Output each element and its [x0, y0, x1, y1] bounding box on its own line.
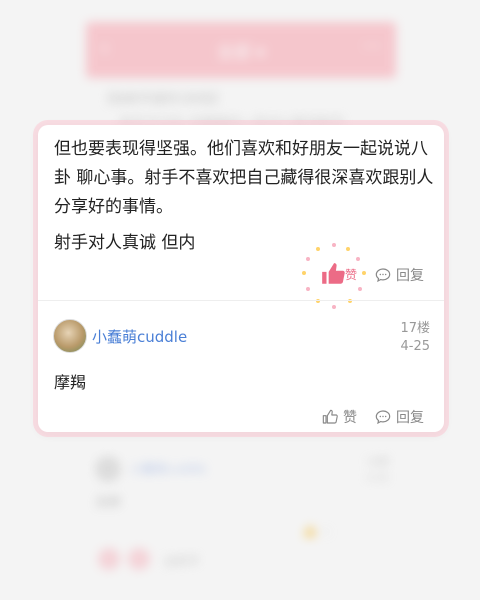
like-label: 赞: [343, 410, 357, 426]
comment-icon: [375, 268, 391, 283]
reply-button[interactable]: 回复: [375, 265, 424, 285]
thumbs-up-icon: [322, 409, 338, 424]
post-body-text: 但也要表现得坚强。他们喜欢和好朋友一起说说八卦 聊心事。射手不喜欢把自己藏得很深…: [54, 139, 434, 217]
divider: [38, 300, 444, 301]
floor-number: 17楼: [400, 321, 430, 336]
bg-date: 4-25: [366, 473, 389, 484]
post-body-text-2: 射手对人真诚 但内: [54, 233, 196, 253]
app-header: ‹ 全部 ▾ ···: [86, 22, 396, 78]
more-icon[interactable]: ···: [363, 34, 382, 58]
reply-label: 回复: [396, 410, 424, 426]
bg-floor: 18楼: [366, 457, 389, 468]
thumbs-up-filled-icon: [322, 263, 345, 284]
like-button[interactable]: 赞: [322, 407, 357, 427]
bg-floor-date: 18楼 4-25: [366, 455, 389, 487]
bg-avatar: [95, 456, 121, 482]
comment-text: 摩羯: [54, 373, 87, 392]
avatar[interactable]: [53, 319, 87, 353]
like-label: 赞: [345, 268, 358, 282]
post-card: 但也要表现得坚强。他们喜欢和好朋友一起说说八卦 聊心事。射手不喜欢把自己藏得很深…: [38, 125, 444, 432]
bg-actions: 👍 ◌: [302, 524, 332, 538]
reply-button[interactable]: 回复: [375, 407, 424, 427]
comment-date: 4-25: [400, 339, 430, 354]
header-title[interactable]: 全部 ▾: [86, 38, 396, 63]
bg-reply-text: 天秤: [95, 496, 122, 511]
bg-post-heading: 【给射手座的1封信】: [100, 92, 226, 107]
reply-label: 回复: [396, 268, 424, 284]
bg-emoji-icon: [128, 548, 150, 570]
comment-username[interactable]: 小蠢萌cuddle: [92, 326, 187, 347]
bg-username: 小蠢萌cuddle: [130, 462, 207, 476]
bg-footer-text: @射手: [164, 554, 201, 568]
bg-emoji-icon: [98, 548, 120, 570]
comment-icon: [375, 410, 391, 425]
